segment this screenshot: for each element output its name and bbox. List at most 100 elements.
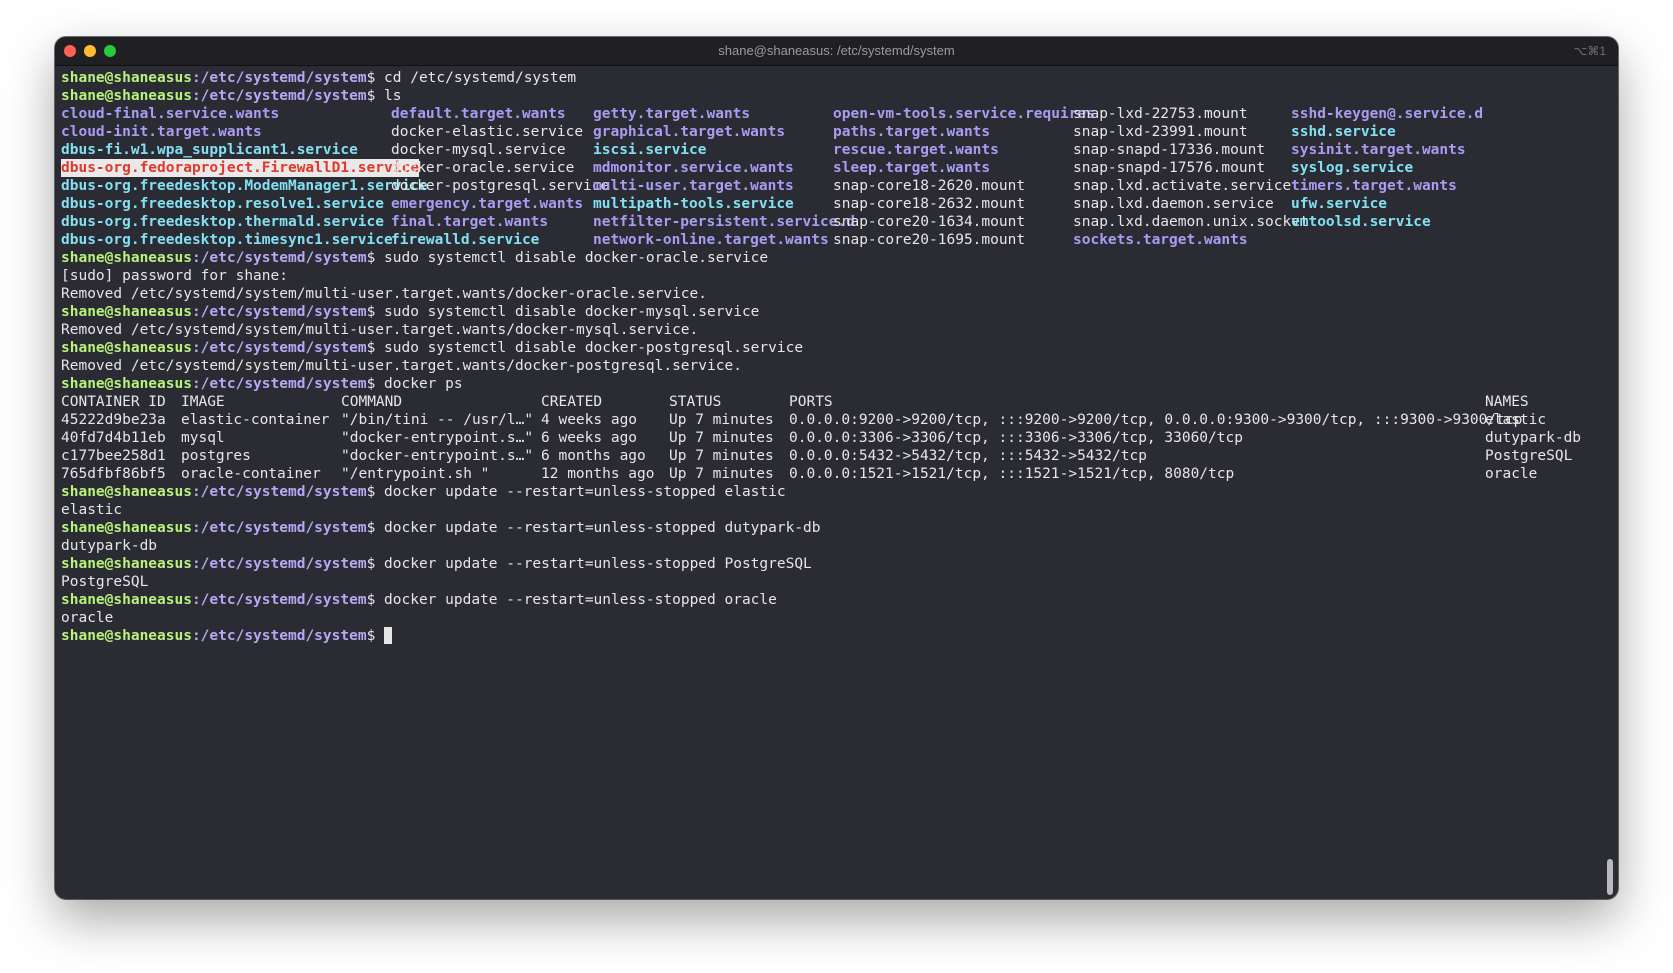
table-cell: postgres [181,448,251,464]
table-cell: dutypark-db [1485,430,1582,446]
ls-entry: vmtoolsd.service [1291,214,1431,230]
ls-entry: emergency.target.wants [391,196,584,212]
column-header: IMAGE [181,394,225,410]
ls-entry-highlighted: dbus-org.fedoraproject.FirewallD1.servic… [61,159,419,177]
command-text: docker ps [384,376,463,392]
ls-entry: sysinit.target.wants [1291,142,1466,158]
command-text: docker update --restart=unless-stopped o… [384,592,777,608]
table-cell: elastic [1485,412,1547,428]
table-cell: 40fd7d4b11eb [61,430,166,446]
ls-entry: snap-core18-2632.mount [833,196,1026,212]
active-prompt-line[interactable]: shane@shaneasus:/etc/systemd/system$ [61,627,1598,645]
table-cell: mysql [181,430,225,446]
ls-entry: rescue.target.wants [833,142,999,158]
output-line: Removed /etc/systemd/system/multi-user.t… [61,286,708,302]
table-cell: 0.0.0.0:1521->1521/tcp, :::1521->1521/tc… [789,466,1235,482]
ls-entry: sshd.service [1291,124,1396,140]
ls-entry: graphical.target.wants [593,124,786,140]
output-line: elastic [61,502,123,518]
table-cell: 4 weeks ago [541,412,638,428]
prompt-path: :/etc/systemd/system [191,592,367,608]
ls-entry: getty.target.wants [593,106,751,122]
table-cell: "/entrypoint.sh " [341,466,490,482]
ls-entry: snap.lxd.daemon.unix.socket [1073,214,1309,230]
command-text: sudo systemctl disable docker-mysql.serv… [384,304,760,320]
ls-entry: docker-postgresql.service [391,178,610,194]
command-line: shane@shaneasus:/etc/systemd/system$ doc… [61,519,1598,537]
ls-entry: iscsi.service [593,142,707,158]
title-bar[interactable]: shane@shaneasus: /etc/systemd/system ⌥⌘1 [55,37,1618,66]
prompt-path: :/etc/systemd/system [191,556,367,572]
ls-entry: dbus-org.freedesktop.ModemManager1.servi… [61,178,428,194]
prompt-path: :/etc/systemd/system [191,628,367,644]
ls-entry: multi-user.target.wants [593,178,794,194]
output-line: oracle [61,610,114,626]
command-line: shane@shaneasus:/etc/systemd/system$ doc… [61,375,1598,393]
ls-entry: sockets.target.wants [1073,232,1248,248]
ls-entry: docker-mysql.service [391,142,566,158]
output-line: PostgreSQL [61,574,149,590]
prompt-dollar: $ [366,520,385,536]
output-line: dutypark-db [61,538,158,554]
ls-entry: default.target.wants [391,106,566,122]
prompt-dollar: $ [366,592,385,608]
table-cell: 6 weeks ago [541,430,638,446]
ls-entry: snap-snapd-17336.mount [1073,142,1266,158]
prompt-path: :/etc/systemd/system [191,520,367,536]
table-cell: Up 7 minutes [669,412,774,428]
command-text: docker update --restart=unless-stopped e… [384,484,786,500]
table-cell: 12 months ago [541,466,655,482]
command-text: docker update --restart=unless-stopped d… [384,520,821,536]
table-cell: "docker-entrypoint.s…" [341,430,534,446]
table-row: 40fd7d4b11eb mysql "docker-entrypoint.s…… [61,429,1598,447]
table-cell: 0.0.0.0:5432->5432/tcp, :::5432->5432/tc… [789,448,1147,464]
table-cell: 0.0.0.0:3306->3306/tcp, :::3306->3306/tc… [789,430,1243,446]
ls-entry: sleep.target.wants [833,160,991,176]
prompt-user-host: shane@shaneasus [61,88,192,104]
window-shortcut: ⌥⌘1 [1573,44,1606,58]
command-line: shane@shaneasus:/etc/systemd/system$ sud… [61,249,1598,267]
scrollbar-thumb[interactable] [1607,859,1613,895]
ls-entry: dbus-org.freedesktop.resolve1.service [61,196,385,212]
table-cell: elastic-container [181,412,330,428]
output-line: Removed /etc/systemd/system/multi-user.t… [61,322,699,338]
command-text: docker update --restart=unless-stopped P… [384,556,812,572]
ls-entry: netfilter-persistent.service.d [593,214,855,230]
column-header: PORTS [789,394,833,410]
ls-entry: snap-snapd-17576.mount [1073,160,1266,176]
table-cell: Up 7 minutes [669,466,774,482]
ls-row: dbus-org.freedesktop.thermald.service fi… [61,213,1598,231]
prompt-path: :/etc/systemd/system [191,340,367,356]
prompt-path: :/etc/systemd/system [191,88,367,104]
table-cell: Up 7 minutes [669,430,774,446]
table-row: 765dfbf86bf5 oracle-container "/entrypoi… [61,465,1598,483]
ls-entry: multipath-tools.service [593,196,794,212]
ls-entry: syslog.service [1291,160,1414,176]
ls-entry: mdmonitor.service.wants [593,160,794,176]
ls-entry: docker-elastic.service [391,124,584,140]
ls-entry: cloud-init.target.wants [61,124,262,140]
prompt-path: :/etc/systemd/system [191,70,367,86]
ls-row: dbus-org.freedesktop.ModemManager1.servi… [61,177,1598,195]
command-line: shane@shaneasus:/etc/systemd/system$ doc… [61,591,1598,609]
command-line: shane@shaneasus:/etc/systemd/system$ sud… [61,339,1598,357]
prompt-dollar: $ [366,628,385,644]
command-text: sudo systemctl disable docker-oracle.ser… [384,250,769,266]
column-header: NAMES [1485,394,1529,410]
ls-row: dbus-org.fedoraproject.FirewallD1.servic… [61,159,1598,177]
command-text: ls [384,88,402,104]
table-cell: oracle [1485,466,1538,482]
prompt-user-host: shane@shaneasus [61,628,192,644]
prompt-user-host: shane@shaneasus [61,376,192,392]
prompt-dollar: $ [366,376,385,392]
output-line: Removed /etc/systemd/system/multi-user.t… [61,358,742,374]
ls-entry: open-vm-tools.service.requires [833,106,1095,122]
ls-entry: snap-core20-1634.mount [833,214,1026,230]
command-line: shane@shaneasus:/etc/systemd/system$ doc… [61,555,1598,573]
ls-entry: cloud-final.service.wants [61,106,280,122]
table-cell: "docker-entrypoint.s…" [341,448,534,464]
command-line: shane@shaneasus:/etc/systemd/system$ sud… [61,303,1598,321]
ls-entry: snap-core18-2620.mount [833,178,1026,194]
table-cell: Up 7 minutes [669,448,774,464]
terminal-content[interactable]: shane@shaneasus:/etc/systemd/system$ cd … [61,69,1598,895]
